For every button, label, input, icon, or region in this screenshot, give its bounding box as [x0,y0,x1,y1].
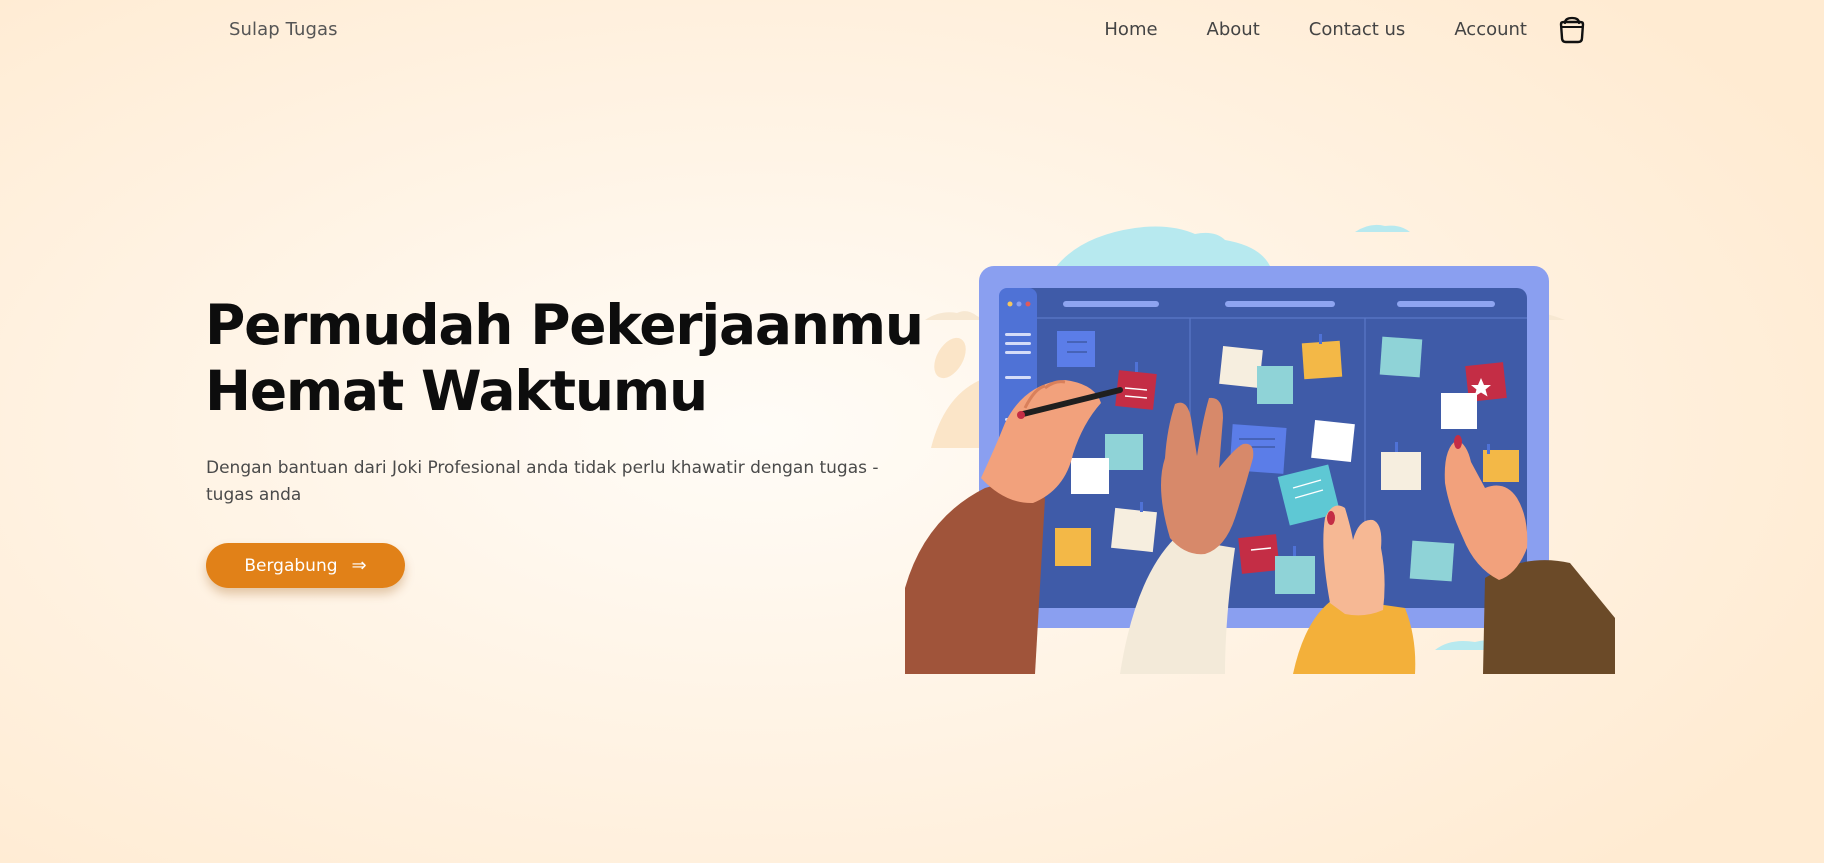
join-button-label: Bergabung [244,555,338,576]
nav-account-link[interactable]: Account [1454,19,1527,40]
join-button[interactable]: Bergabung ⇒ [206,543,405,588]
nav-links: Home About Contact us Account [1104,19,1527,40]
nav-contact-link[interactable]: Contact us [1309,19,1406,40]
arrow-right-icon: ⇒ [351,555,367,576]
navbar: Sulap Tugas Home About Contact us Accoun… [0,0,1824,62]
hero-title-line-2: Hemat Waktumu [205,359,708,423]
hero-title: Permudah Pekerjaanmu Hemat Waktumu [205,292,924,424]
nav-about-link[interactable]: About [1207,19,1260,40]
nav-home-link[interactable]: Home [1104,19,1157,40]
hero-description: Dengan bantuan dari Joki Profesional and… [206,458,879,505]
brand-logo[interactable]: Sulap Tugas [229,19,338,40]
hero-illustration [905,224,1615,674]
shopping-bag-icon[interactable] [1556,14,1588,46]
hero-title-line-1: Permudah Pekerjaanmu [205,293,924,357]
